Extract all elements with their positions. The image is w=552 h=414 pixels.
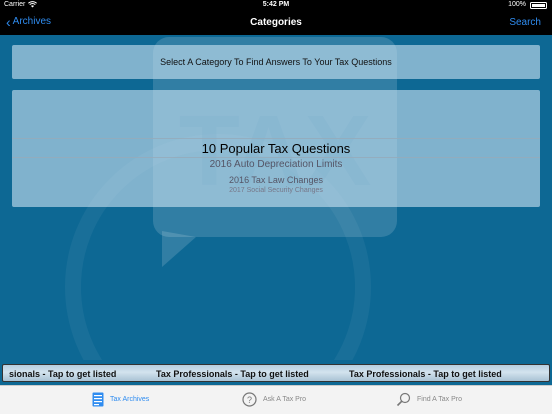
- page-title: Categories: [250, 17, 302, 28]
- navigation-bar: ‹ Archives Categories Search: [0, 11, 552, 35]
- ticker-segment: sionals - Tap to get listed: [9, 369, 117, 379]
- svg-text:?: ?: [247, 395, 252, 405]
- picker-selection-top-line: [12, 138, 540, 139]
- category-picker[interactable]: 10 Popular Tax Questions 2016 Auto Depre…: [12, 90, 540, 207]
- tab-label: Find A Tax Pro: [417, 396, 463, 403]
- ticker-segment: Tax Professionals - Tap to get listed: [156, 369, 309, 379]
- tax-pro-ticker-banner[interactable]: sionals - Tap to get listed Tax Professi…: [2, 364, 550, 382]
- tab-ask-a-tax-pro[interactable]: ? Ask A Tax Pro: [242, 392, 306, 407]
- tab-label: Ask A Tax Pro: [263, 396, 307, 403]
- magnifier-icon: [396, 392, 411, 407]
- ticker-segment: Tax Professionals - Tap to get listed: [349, 369, 502, 379]
- tab-bar: Tax Archives ? Ask A Tax Pro Find A Tax …: [0, 385, 552, 414]
- instruction-text: Select A Category To Find Answers To You…: [160, 57, 392, 67]
- picker-item[interactable]: 2017 Social Security Changes: [12, 187, 540, 194]
- archive-icon: [92, 392, 104, 407]
- picker-item[interactable]: 2016 Auto Depreciation Limits: [12, 159, 540, 170]
- question-circle-icon: ?: [242, 392, 257, 407]
- picker-item[interactable]: 2016 Tax Law Changes: [12, 175, 540, 185]
- tab-label: Tax Archives: [110, 396, 150, 403]
- instruction-banner: Select A Category To Find Answers To You…: [12, 45, 540, 79]
- battery-percent: 100%: [508, 1, 526, 8]
- search-button[interactable]: Search: [509, 17, 541, 28]
- battery-icon: [530, 2, 547, 9]
- tab-find-a-tax-pro[interactable]: Find A Tax Pro: [396, 392, 462, 407]
- picker-item-selected[interactable]: 10 Popular Tax Questions: [12, 141, 540, 156]
- status-time: 5:42 PM: [262, 1, 290, 8]
- picker-selection-bottom-line: [12, 157, 540, 158]
- status-bar: Carrier 5:42 PM 100%: [0, 0, 552, 11]
- tab-tax-archives[interactable]: Tax Archives: [92, 392, 149, 407]
